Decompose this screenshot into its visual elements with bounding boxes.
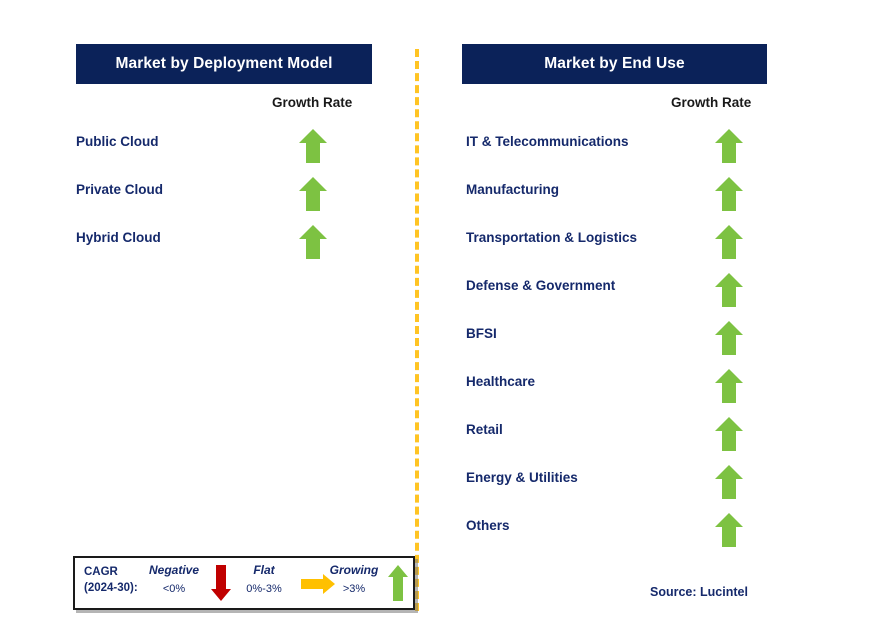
row-label: Manufacturing [466, 182, 559, 197]
row-label: BFSI [466, 326, 497, 341]
legend-item-label: Negative [148, 563, 200, 577]
up-arrow-icon [298, 176, 328, 212]
table-row: Healthcare [466, 368, 771, 416]
table-row: Retail [466, 416, 771, 464]
end-use-row-list: IT & Telecommunications Manufacturing Tr… [466, 128, 771, 560]
legend-item-growing: Growing >3% [323, 558, 385, 604]
panel-deployment-model: Market by Deployment Model [76, 44, 372, 84]
table-row: Transportation & Logistics [466, 224, 771, 272]
table-row: Manufacturing [466, 176, 771, 224]
table-row: Hybrid Cloud [76, 224, 376, 272]
up-arrow-icon [714, 272, 744, 308]
up-arrow-icon [714, 512, 744, 548]
legend-item-negative: Negative <0% [143, 558, 205, 604]
deployment-model-row-list: Public Cloud Private Cloud Hybrid Cloud [76, 128, 376, 272]
row-label: Others [466, 518, 510, 533]
legend-title-line2: (2024-30): [84, 582, 138, 594]
source-attribution: Source: Lucintel [650, 585, 748, 599]
table-row: Others [466, 512, 771, 560]
table-row: Defense & Government [466, 272, 771, 320]
up-arrow-icon [714, 128, 744, 164]
legend-item-value: >3% [342, 583, 366, 595]
table-row: BFSI [466, 320, 771, 368]
up-arrow-icon [714, 320, 744, 356]
growth-rate-header-right: Growth Rate [671, 95, 752, 110]
up-arrow-icon [714, 176, 744, 212]
up-arrow-icon [714, 464, 744, 500]
panel-end-use-title: Market by End Use [462, 44, 767, 84]
cagr-legend: CAGR (2024-30): Negative <0% Flat 0%-3% … [73, 556, 415, 610]
up-arrow-icon [714, 416, 744, 452]
up-arrow-icon [387, 564, 409, 602]
legend-item-value: 0%-3% [246, 583, 282, 595]
row-label: Private Cloud [76, 182, 164, 197]
row-label: Hybrid Cloud [76, 230, 161, 245]
table-row: Public Cloud [76, 128, 376, 176]
up-arrow-icon [298, 128, 328, 164]
legend-item-label: Growing [329, 563, 379, 577]
infographic-canvas: Market by Deployment Model Growth Rate P… [0, 0, 879, 643]
growth-rate-header-left: Growth Rate [272, 95, 353, 110]
table-row: IT & Telecommunications [466, 128, 771, 176]
legend-title-line1: CAGR [84, 566, 118, 578]
row-label: IT & Telecommunications [466, 134, 629, 149]
legend-item-label: Flat [253, 563, 275, 577]
row-label: Transportation & Logistics [466, 230, 638, 245]
row-label: Energy & Utilities [466, 470, 578, 485]
vertical-dashed-divider [415, 49, 419, 611]
table-row: Private Cloud [76, 176, 376, 224]
row-label: Public Cloud [76, 134, 159, 149]
row-label: Healthcare [466, 374, 536, 389]
legend-item-value: <0% [162, 583, 186, 595]
up-arrow-icon [298, 224, 328, 260]
panel-deployment-model-title: Market by Deployment Model [76, 44, 372, 84]
up-arrow-icon [714, 368, 744, 404]
up-arrow-icon [714, 224, 744, 260]
legend-item-flat: Flat 0%-3% [233, 558, 295, 604]
panel-end-use: Market by End Use [462, 44, 767, 84]
row-label: Retail [466, 422, 503, 437]
table-row: Energy & Utilities [466, 464, 771, 512]
legend-title: CAGR (2024-30): [84, 564, 138, 596]
down-arrow-icon [210, 564, 232, 602]
row-label: Defense & Government [466, 278, 616, 293]
